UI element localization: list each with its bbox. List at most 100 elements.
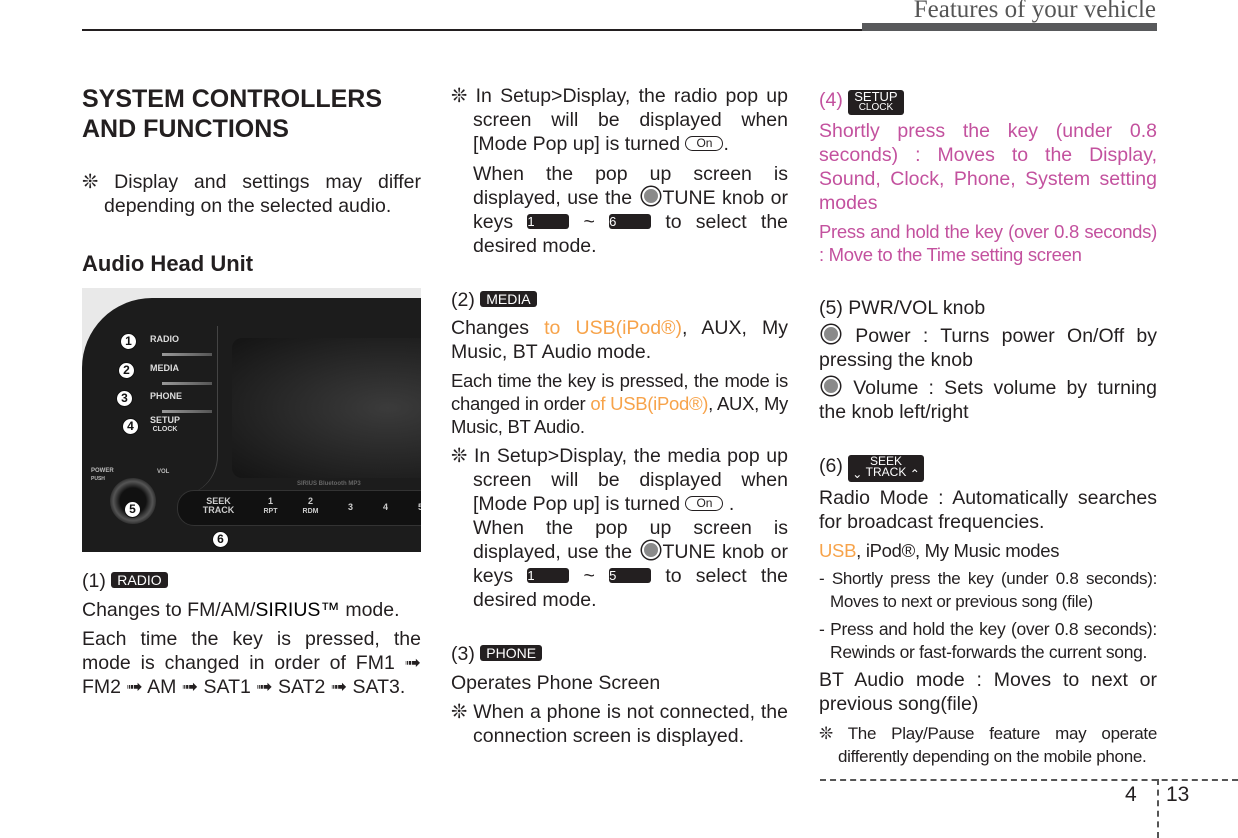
item-4-short-press: Shortly press the key (under 0.8 seconds… <box>819 120 1157 214</box>
item-1-heading: (1) RADIO <box>82 569 421 593</box>
tune-knob-icon <box>641 187 660 205</box>
callout-4: 4 <box>122 418 139 435</box>
callout-3: 3 <box>116 390 133 407</box>
preset-4: 4 <box>382 502 388 512</box>
chevron-up-icon: ⌃ <box>909 467 920 481</box>
subtitle: Audio Head Unit <box>82 251 254 276</box>
note-detail: When the pop up screen is displayed, use… <box>473 162 788 258</box>
item-6-bullet-1: - Shortly press the key (under 0.8 secon… <box>819 569 1157 611</box>
note-mark-icon: ❊ <box>451 701 468 723</box>
highlight-text: to USB(iPod®) <box>544 317 682 339</box>
preset-3: 3 <box>347 502 353 512</box>
radio-popup-note: ❊ In Setup>Display, the radio pop up scr… <box>451 85 789 258</box>
unit-body: RADIO MEDIA PHONE SETUP CLOCK 1 2 3 4 PO… <box>82 298 421 552</box>
separator <box>162 410 212 413</box>
title-line-1: SYSTEM CONTROLLERS <box>82 85 383 113</box>
section-title: Features of your vehicle <box>913 0 1156 23</box>
tilde: ~ <box>583 565 595 587</box>
item-1-desc: Changes to FM/AM/SIRIUS™ mode. <box>82 598 421 622</box>
item-6-bullet-2: - Press and hold the key (over 0.8 secon… <box>819 619 1157 662</box>
footer-rule <box>820 779 1238 781</box>
phone-button: PHONE <box>150 391 183 401</box>
display-note: ❊ Display and settings may differ depend… <box>82 170 421 218</box>
key-1: 1 <box>527 214 570 229</box>
column-2: ❊ In Setup>Display, the radio pop up scr… <box>451 84 788 748</box>
item-number: (1) <box>82 570 106 592</box>
preset-bar: SEEK TRACK 1 RPT 2 RDM 3 4 5 <box>177 490 421 526</box>
desc-prefix: Changes to FM/AM/ <box>82 599 256 621</box>
usb-rest: , iPod®, My Music modes <box>856 540 1060 561</box>
audio-head-unit-image: RADIO MEDIA PHONE SETUP CLOCK 1 2 3 4 PO… <box>82 288 421 552</box>
media-popup-note: ❊ In Setup>Display, the media pop up scr… <box>451 445 789 611</box>
seek-track-button: SEEK TRACK <box>196 497 241 515</box>
item-2-heading: (2) MEDIA <box>451 288 788 312</box>
seek-track-labels: SEEK TRACK <box>865 455 907 479</box>
note-mark-icon: ❊ <box>82 171 99 193</box>
on-toggle: On <box>685 136 724 151</box>
item-5-volume: Volume : Sets volume by turning the knob… <box>819 376 1157 424</box>
footer-divider <box>1157 779 1159 838</box>
phone-key: PHONE <box>480 645 543 661</box>
header-bar <box>862 23 1157 31</box>
knob-icon <box>822 377 840 395</box>
page-number: 13 <box>1166 783 1190 806</box>
item-5-power: Power : Turns power On/Off by pressing t… <box>819 324 1157 372</box>
item-number: (3) <box>451 643 475 665</box>
knob-icon <box>822 325 840 343</box>
media-key: MEDIA <box>480 291 537 307</box>
note-text: Display and settings may differ dependin… <box>104 171 421 217</box>
track-label: TRACK <box>865 465 907 479</box>
callout-6: 6 <box>212 531 229 548</box>
tilde: ~ <box>583 211 595 233</box>
preset-1: 1 RPT <box>258 497 283 516</box>
media-button: MEDIA <box>150 363 179 373</box>
note-mark-icon: ❊ <box>451 85 468 107</box>
chevron-down-icon: ⌄ <box>852 467 863 481</box>
setup-button: SETUP CLOCK <box>150 416 180 434</box>
power-text: Power : Turns power On/Off by pressing t… <box>819 325 1157 371</box>
vol-label: VOL <box>157 469 170 475</box>
volume-text: Volume : Sets volume by turning the knob… <box>819 377 1157 423</box>
preset-sub: RPT <box>263 508 278 515</box>
callout-2: 2 <box>118 362 135 379</box>
seek-track-key: ⌄ SEEK TRACK ⌃ <box>848 455 924 482</box>
item-3-desc: Operates Phone Screen <box>451 672 661 694</box>
header-rule <box>82 29 862 31</box>
callout-1: 1 <box>120 333 137 350</box>
highlight-text: of USB(iPod®) <box>590 393 709 414</box>
item-number: (4) <box>819 89 843 111</box>
note-mark-icon: ❊ <box>819 724 833 743</box>
preset-2: 2 RDM <box>298 497 323 516</box>
track-label: TRACK <box>202 505 235 515</box>
item-2-order: Each time the key is pressed, the mode i… <box>451 369 788 438</box>
item-number: (2) <box>451 289 475 311</box>
desc-suffix: mode. <box>339 599 400 621</box>
desc-text: Changes <box>451 317 545 339</box>
key-5: 5 <box>609 568 652 583</box>
note-text: The Play/Pause feature may operate diffe… <box>838 724 1157 766</box>
item-4-long-press: Press and hold the key (over 0.8 seconds… <box>819 221 1157 265</box>
preset-sub: RDM <box>302 508 319 515</box>
note-mark-icon: ❊ <box>451 445 468 467</box>
item-3-heading: (3) PHONE <box>451 642 788 666</box>
clock-label: CLOCK <box>858 102 894 113</box>
setup-label: SETUP <box>150 415 181 425</box>
chapter-number: 4 <box>1125 783 1137 806</box>
separator <box>162 382 212 385</box>
unit-screen <box>232 338 421 478</box>
preset-num: 1 <box>267 496 273 506</box>
setup-clock-key: SETUP CLOCK <box>848 90 904 115</box>
tune-knob-icon <box>641 541 660 559</box>
item-6-radio-mode: Radio Mode : Automatically searches for … <box>819 487 1157 533</box>
push-label: PUSH <box>91 476 105 482</box>
clock-label: CLOCK <box>152 426 178 433</box>
on-toggle: On <box>685 496 724 511</box>
page-title: SYSTEM CONTROLLERS AND FUNCTIONS <box>82 84 421 144</box>
item-5-heading: (5) PWR/VOL knob <box>819 297 986 319</box>
radio-button: RADIO <box>150 334 179 344</box>
column-3: (4) SETUP CLOCK Shortly press the key (u… <box>819 88 1157 768</box>
preset-num: 2 <box>307 496 313 506</box>
note-text: When a phone is not connected, the conne… <box>473 701 788 747</box>
phone-note: ❊ When a phone is not connected, the con… <box>451 700 788 748</box>
note-text: In Setup>Display, the radio pop up scree… <box>473 85 788 155</box>
